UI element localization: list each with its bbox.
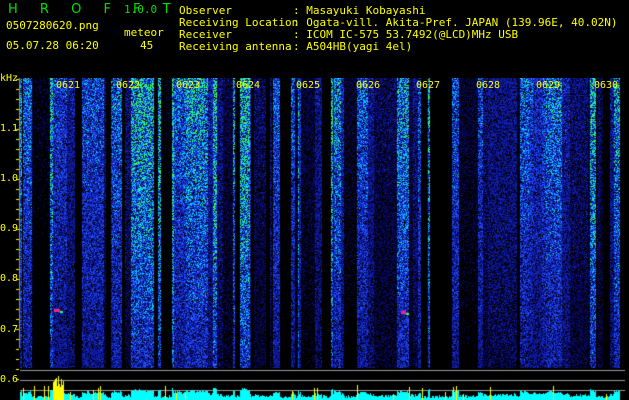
app-version: 1.0.0: [124, 3, 158, 16]
x-tick: 0622: [116, 80, 141, 91]
x-tick: 0625: [296, 80, 321, 91]
y-tick: 1.1: [0, 123, 19, 134]
x-tick: 0628: [476, 80, 501, 91]
y-axis-unit: kHz: [0, 73, 19, 84]
x-tick: 0621: [56, 80, 81, 91]
x-tick: 0627: [416, 80, 441, 91]
x-tick: 0630: [594, 80, 619, 91]
meteor-count: 45: [140, 39, 154, 52]
x-tick: 0623: [176, 80, 201, 91]
antenna-label: Receiving antenna: [179, 40, 292, 53]
file-name: 0507280620.png: [6, 19, 99, 32]
meteor-label: meteor: [124, 26, 164, 39]
y-tick: 0.6: [0, 374, 19, 385]
x-tick: 0629: [536, 80, 561, 91]
x-tick: 0626: [356, 80, 381, 91]
spectrogram: [0, 78, 629, 400]
y-tick: 0.7: [0, 324, 19, 335]
capture-datetime: 05.07.28 06:20: [6, 39, 99, 52]
y-tick: 0.8: [0, 273, 19, 284]
x-tick: 0624: [236, 80, 261, 91]
antenna-value: : A504HB(yagi 4el): [293, 40, 413, 53]
y-tick: 1.0: [0, 173, 19, 184]
y-tick: 0.9: [0, 223, 19, 234]
